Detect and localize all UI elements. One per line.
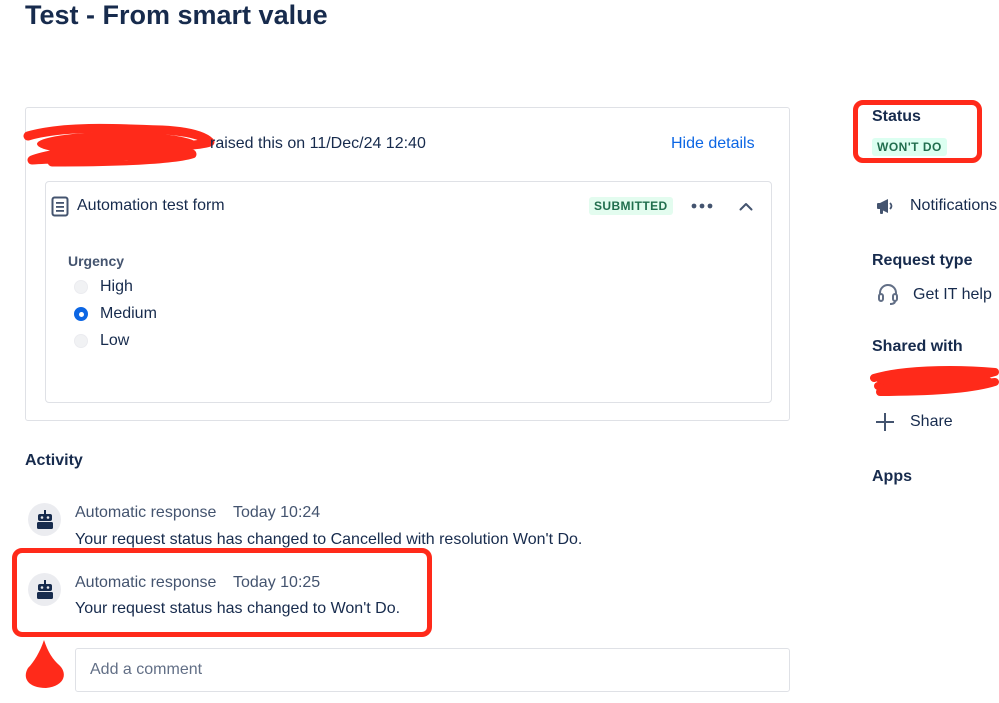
add-comment-input[interactable] <box>75 648 790 692</box>
more-options-button[interactable] <box>688 194 716 218</box>
urgency-option-high[interactable]: High <box>74 276 133 298</box>
request-type-value: Get IT help <box>913 286 992 303</box>
avatar <box>28 573 61 606</box>
option-label: Medium <box>100 305 157 322</box>
submitted-badge: SUBMITTED <box>589 197 673 215</box>
radio-button[interactable] <box>74 334 88 348</box>
page-title: Test - From smart value <box>25 0 328 30</box>
activity-timestamp: Today 10:24 <box>233 504 321 521</box>
request-type-heading: Request type <box>872 252 973 269</box>
form-document-icon <box>51 196 69 217</box>
redaction-scribble <box>23 123 215 167</box>
annotation-highlight-activity <box>12 548 432 637</box>
chevron-up-icon <box>739 202 753 210</box>
avatar <box>28 503 61 536</box>
urgency-field-label: Urgency <box>68 253 125 269</box>
bot-avatar-icon <box>36 579 53 599</box>
redaction-blob <box>25 640 64 688</box>
collapse-form-button[interactable] <box>733 194 759 218</box>
status-badge[interactable]: WON'T DO <box>872 138 947 156</box>
option-label: High <box>100 278 133 295</box>
more-options-icon <box>691 203 713 209</box>
megaphone-icon <box>876 197 896 220</box>
share-button[interactable]: Share <box>910 413 953 431</box>
redaction-scribble <box>870 366 999 396</box>
notifications-button[interactable]: Notifications <box>910 197 997 215</box>
headset-icon <box>877 283 899 310</box>
radio-button[interactable] <box>74 280 88 294</box>
activity-timestamp: Today 10:25 <box>233 574 321 591</box>
form-title: Automation test form <box>77 197 225 214</box>
activity-message: Your request status has changed to Won't… <box>75 600 401 617</box>
plus-icon <box>875 412 895 437</box>
radio-button-selected[interactable] <box>74 307 88 321</box>
urgency-option-low[interactable]: Low <box>74 330 129 352</box>
raised-info: raised this on 11/Dec/24 12:40 <box>210 135 426 152</box>
apps-heading: Apps <box>872 468 912 485</box>
hide-details-link[interactable]: Hide details <box>671 135 755 153</box>
option-label: Low <box>100 332 130 349</box>
activity-heading: Activity <box>25 452 83 469</box>
bot-avatar-icon <box>36 509 53 529</box>
activity-message: Your request status has changed to Cance… <box>75 531 583 548</box>
urgency-option-medium[interactable]: Medium <box>74 303 157 325</box>
shared-with-heading: Shared with <box>872 338 963 355</box>
activity-author[interactable]: Automatic response <box>75 504 216 522</box>
status-heading: Status <box>872 108 921 125</box>
activity-author[interactable]: Automatic response <box>75 574 216 592</box>
